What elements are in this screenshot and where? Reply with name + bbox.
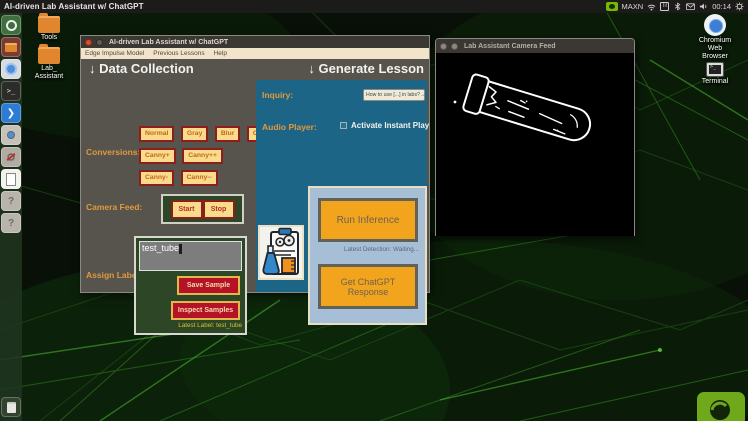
dock-unknown-app-icon[interactable]: ? (1, 191, 21, 211)
dock-terminal-icon[interactable]: >_ (1, 81, 21, 101)
dock-ubuntu-launcher-icon[interactable] (1, 15, 21, 35)
desktop-folder-lab-assistant[interactable]: Lab_ Assistant (34, 44, 64, 81)
dock-software-clipboard-icon[interactable] (1, 125, 21, 145)
gray-button[interactable]: Gray (180, 125, 209, 142)
latest-label-status: Latest Label: test_tube (178, 322, 242, 329)
generate-lesson-header: ↓ Generate Lesson (308, 61, 424, 76)
dropdown-arrow-icon: → (419, 92, 426, 98)
close-button[interactable] (85, 38, 92, 46)
keyboard-layout-indicator[interactable]: Tr (660, 2, 670, 11)
conversion-row-2: Canny+ Canny++ (139, 144, 225, 164)
folder-icon (38, 44, 60, 64)
latest-detection-status: Latest Detection: Waiting... (343, 246, 419, 253)
camera-feed-view (436, 53, 634, 236)
blur-button[interactable]: Blur (214, 125, 241, 142)
bluetooth-icon[interactable] (673, 2, 682, 11)
audio-player-label: Audio Player: (262, 122, 317, 132)
terminal-icon: >_ (706, 62, 724, 77)
instant-play-row: Activate Instant Play (340, 121, 429, 130)
stop-button[interactable]: Stop (202, 199, 235, 219)
dock-chromium-icon[interactable] (1, 59, 21, 79)
conversion-row-3: Canny- Canny-- (139, 166, 220, 186)
mail-icon[interactable] (686, 2, 696, 11)
canny-plus-button[interactable]: Canny+ (139, 147, 176, 164)
camera-feed-label: Camera Feed: (86, 202, 143, 212)
section-headers: ↓ Data Collection ↓ Generate Lesson (81, 59, 429, 80)
volume-icon[interactable] (699, 2, 708, 11)
camera-window-title: Lab Assistant Camera Feed (464, 42, 556, 50)
session-gear-icon[interactable] (735, 2, 744, 11)
run-inference-button[interactable]: Run Inference (318, 198, 418, 242)
camera-window-titlebar[interactable]: Lab Assistant Camera Feed (436, 39, 634, 53)
label-input[interactable]: test_tube (139, 241, 242, 271)
inquiry-dropdown[interactable]: How to use [...] in labs? → (363, 89, 426, 101)
start-button[interactable]: Start (170, 199, 203, 219)
dock-files-icon[interactable] (1, 37, 21, 57)
dock-vscode-icon[interactable]: ❯ (1, 103, 21, 123)
system-top-bar: AI-driven Lab Assistant w/ ChatGPT MAXN … (0, 0, 748, 13)
performance-mode[interactable]: MAXN (622, 2, 644, 11)
minimize-button[interactable] (96, 38, 103, 46)
edge-detected-test-tube (436, 53, 634, 236)
camera-feed-window: Lab Assistant Camera Feed (435, 38, 635, 236)
clock[interactable]: 00:14 (712, 2, 731, 11)
canny-minus-button[interactable]: Canny- (139, 169, 175, 186)
dock-text-editor-icon[interactable] (1, 169, 21, 189)
data-collection-header: ↓ Data Collection (89, 61, 194, 76)
data-collection-pane: Conversions: Normal Gray Blur Canny Cann… (81, 80, 280, 335)
inspect-samples-button[interactable]: Inspect Samples (171, 301, 240, 320)
instant-play-label: Activate Instant Play (351, 121, 430, 130)
dock-settings-gear-icon[interactable]: ⚙ (1, 147, 21, 167)
folder-icon (38, 13, 60, 33)
lab-science-icon (258, 225, 304, 280)
dock-trash-icon[interactable] (1, 397, 21, 417)
desktop-folder-tools[interactable]: Tools (34, 13, 64, 42)
instant-play-checkbox[interactable] (340, 122, 347, 129)
nvidia-logo (697, 392, 745, 421)
canny-plus-plus-button[interactable]: Canny++ (182, 147, 223, 164)
menu-previous-lessons[interactable]: Previous Lessons (153, 50, 204, 57)
desktop-terminal-shortcut[interactable]: >_ Terminal (694, 62, 736, 86)
generate-lesson-pane: Inquiry: How to use [...] in labs? → Aud… (256, 80, 429, 325)
menu-help[interactable]: Help (214, 50, 227, 57)
window-title: AI-driven Lab Assistant w/ ChatGPT (109, 38, 229, 46)
normal-button[interactable]: Normal (139, 125, 175, 142)
window-titlebar[interactable]: AI-driven Lab Assistant w/ ChatGPT (81, 36, 429, 48)
launcher-dock: >_ ❯ ⚙ ? ? (0, 13, 22, 421)
canny-minus-minus-button[interactable]: Canny-- (180, 169, 218, 186)
dock-unknown-app-icon[interactable]: ? (1, 213, 21, 233)
active-window-title: AI-driven Lab Assistant w/ ChatGPT (4, 2, 144, 11)
get-chatgpt-response-button[interactable]: Get ChatGPT Response (318, 264, 418, 309)
assign-label-frame: test_tube Save Sample Inspect Samples La… (134, 236, 247, 335)
menu-edge-impulse-model[interactable]: Edge Impulse Model (85, 50, 144, 57)
conversions-label: Conversions: (86, 147, 141, 157)
wifi-icon[interactable] (647, 2, 656, 11)
close-button[interactable] (440, 42, 447, 50)
save-sample-button[interactable]: Save Sample (177, 276, 240, 295)
text-cursor (179, 243, 183, 254)
inquiry-label: Inquiry: (262, 90, 294, 100)
menu-bar: Edge Impulse Model Previous Lessons Help (81, 48, 429, 59)
nvidia-indicator-icon[interactable] (605, 2, 618, 11)
minimize-button[interactable] (451, 42, 458, 50)
lab-assistant-window: AI-driven Lab Assistant w/ ChatGPT Edge … (80, 35, 430, 335)
camera-feed-controls: Start Stop (161, 194, 244, 224)
desktop-chromium-shortcut[interactable]: Chromium Web Browser (694, 14, 736, 61)
chromium-icon (704, 14, 726, 36)
inference-panel: Run Inference Latest Detection: Waiting.… (308, 186, 427, 325)
